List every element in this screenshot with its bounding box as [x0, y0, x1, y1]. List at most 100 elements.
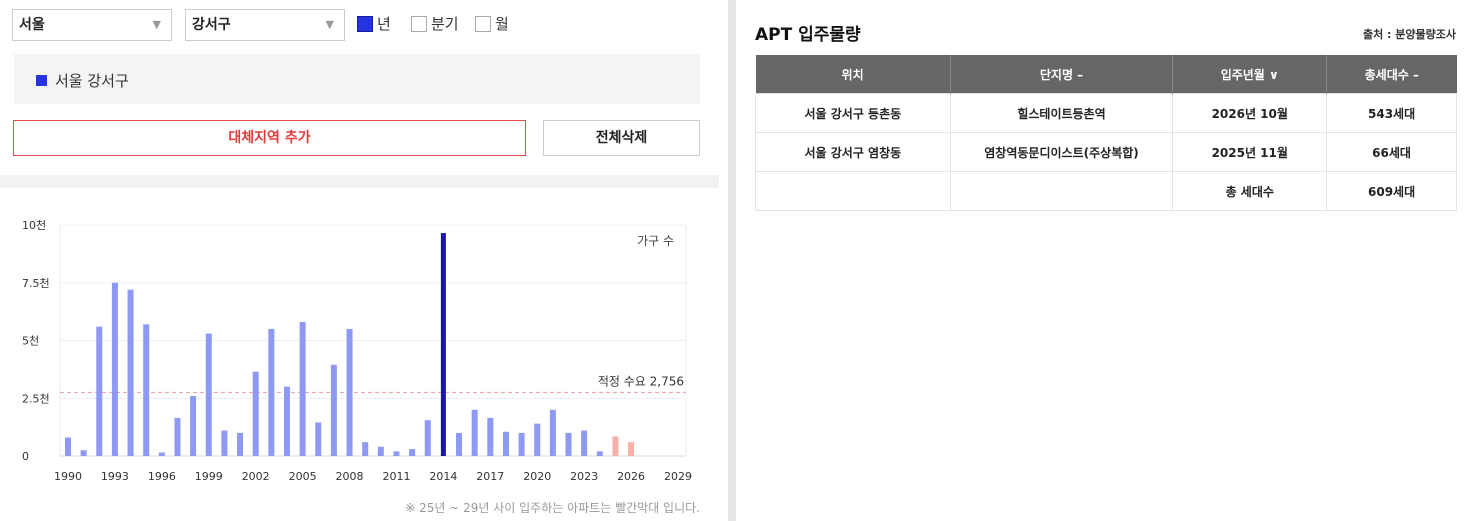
- chevron-down-icon: ▼: [325, 18, 334, 31]
- bar-1993: [111, 282, 118, 456]
- x-tick-label: 1996: [148, 470, 176, 483]
- bar-1996: [158, 452, 165, 456]
- table-cell: 서울 강서구 염창동: [755, 132, 951, 172]
- col-location: 위치: [755, 55, 951, 94]
- chevron-down-icon: ▼: [152, 18, 161, 31]
- table-row: 서울 강서구 염창동 염창역동문디이스트(주상복합) 2025년 11월 66세…: [755, 132, 1457, 172]
- x-tick-label: 2002: [242, 470, 270, 483]
- district-select-value: 강서구: [192, 17, 231, 33]
- bar-1998: [190, 395, 197, 456]
- table-row: 서울 강서구 등촌동 힐스테이트등촌역 2026년 10월 543세대: [755, 93, 1457, 133]
- right-panel: APT 입주물량 출처 : 분양물량조사 위치 단지명 – 입주년월 ∨ 총세대…: [736, 0, 1466, 521]
- period-quarter-checkbox[interactable]: 분기: [411, 13, 459, 34]
- x-tick-label: 1990: [54, 470, 82, 483]
- x-tick-label: 2008: [336, 470, 364, 483]
- x-tick-label: 2017: [476, 470, 504, 483]
- table-cell: 총 세대수: [1172, 171, 1328, 211]
- supply-bar-chart: 0 2.5천 5천 7.5천 10천적정 수요 2,756 1990 1993 1996 199…: [22, 218, 692, 483]
- bar-2001: [237, 432, 244, 456]
- bar-1992: [96, 326, 103, 456]
- city-select-value: 서울: [19, 17, 45, 33]
- region-tag-label: 서울 강서구: [55, 72, 129, 90]
- bar-2020: [534, 423, 541, 456]
- period-month-checkbox[interactable]: 월: [475, 13, 509, 34]
- bar-2026: [628, 442, 635, 456]
- period-month-label: 월: [495, 15, 509, 33]
- bar-1990: [65, 437, 71, 456]
- bar-2011: [393, 451, 400, 456]
- section-divider: [0, 175, 719, 188]
- bar-2010: [377, 446, 384, 456]
- bar-2017: [487, 417, 494, 456]
- table-cell: [755, 171, 951, 211]
- col-move-in-date-sort[interactable]: 입주년월 ∨: [1172, 55, 1328, 94]
- y-tick-label: 2.5천: [22, 391, 50, 405]
- bar-2019: [518, 432, 525, 456]
- bar-2009: [362, 442, 369, 456]
- bar-1994: [127, 289, 134, 456]
- y-tick-label: 0: [22, 450, 29, 463]
- supply-table: 위치 단지명 – 입주년월 ∨ 총세대수 – 서울 강서구 등촌동 힐스테이트등…: [755, 55, 1457, 211]
- bar-2013: [424, 420, 431, 456]
- bar-2008: [346, 328, 353, 456]
- district-select[interactable]: 강서구 ▼: [185, 9, 345, 41]
- x-tick-label: 2026: [617, 470, 645, 483]
- bar-1997: [174, 417, 181, 456]
- bar-2002: [252, 371, 259, 456]
- add-region-button[interactable]: 대체지역 추가: [13, 120, 526, 156]
- x-tick-label: 1993: [101, 470, 129, 483]
- x-tick-label: 2005: [289, 470, 317, 483]
- period-year-checkbox[interactable]: 년: [357, 13, 391, 34]
- x-tick-label: 2011: [382, 470, 410, 483]
- bar-2021: [549, 409, 556, 456]
- y-tick-label: 10천: [22, 218, 46, 232]
- panel-title: APT 입주물량: [755, 25, 861, 45]
- col-total-units-sort[interactable]: 총세대수 –: [1326, 55, 1457, 94]
- table-cell: 2026년 10월: [1172, 93, 1328, 133]
- left-panel: 서울 ▼ 강서구 ▼ 년 분기 월 서울 강서구 대체지역 추가 전체삭제 0 2…: [0, 0, 719, 521]
- bar-2015: [456, 432, 463, 456]
- checkbox-icon: [411, 15, 427, 32]
- city-select[interactable]: 서울 ▼: [12, 9, 172, 41]
- bar-2006: [315, 422, 322, 456]
- bar-2014: [440, 233, 446, 456]
- legend-label: 가구 수: [637, 234, 674, 248]
- bar-2004: [283, 386, 290, 456]
- clear-all-button[interactable]: 전체삭제: [543, 120, 700, 156]
- table-cell: 66세대: [1326, 132, 1457, 172]
- y-tick-label: 5천: [22, 334, 39, 348]
- source-label: 출처 : 분양물량조사: [1362, 28, 1456, 41]
- x-tick-label: 2029: [664, 470, 692, 483]
- table-cell: 543세대: [1326, 93, 1457, 133]
- bar-2016: [471, 409, 478, 456]
- x-tick-label: 2023: [570, 470, 598, 483]
- bar-1999: [205, 333, 212, 456]
- table-cell: [949, 171, 1174, 211]
- bar-1995: [143, 324, 150, 456]
- y-tick-label: 7.5천: [22, 276, 50, 290]
- period-year-label: 년: [377, 15, 391, 33]
- bar-2005: [299, 322, 306, 456]
- period-quarter-label: 분기: [431, 15, 459, 33]
- checkbox-checked-icon: [357, 15, 373, 32]
- table-header-row: 위치 단지명 – 입주년월 ∨ 총세대수 –: [755, 55, 1457, 94]
- x-tick-label: 2014: [429, 470, 457, 483]
- table-cell: 서울 강서구 등촌동: [755, 93, 951, 133]
- bar-2022: [565, 432, 572, 456]
- reference-line-label: 적정 수요 2,756: [598, 374, 684, 388]
- table-total-row: 총 세대수 609세대: [755, 171, 1457, 211]
- bar-2007: [330, 364, 337, 456]
- x-tick-label: 2020: [523, 470, 551, 483]
- bar-2024: [596, 451, 603, 456]
- bar-2012: [409, 449, 416, 456]
- bar-2018: [502, 431, 509, 456]
- bar-1991: [80, 450, 87, 456]
- selected-region-panel: 서울 강서구: [14, 54, 700, 104]
- col-complex-sort[interactable]: 단지명 –: [950, 55, 1174, 94]
- checkbox-icon: [475, 15, 491, 32]
- legend-square-icon: [36, 75, 47, 86]
- panel-divider: [728, 0, 736, 521]
- table-cell: 609세대: [1326, 171, 1457, 211]
- table-cell: 힐스테이트등촌역: [949, 93, 1174, 133]
- region-tag[interactable]: 서울 강서구: [36, 70, 129, 91]
